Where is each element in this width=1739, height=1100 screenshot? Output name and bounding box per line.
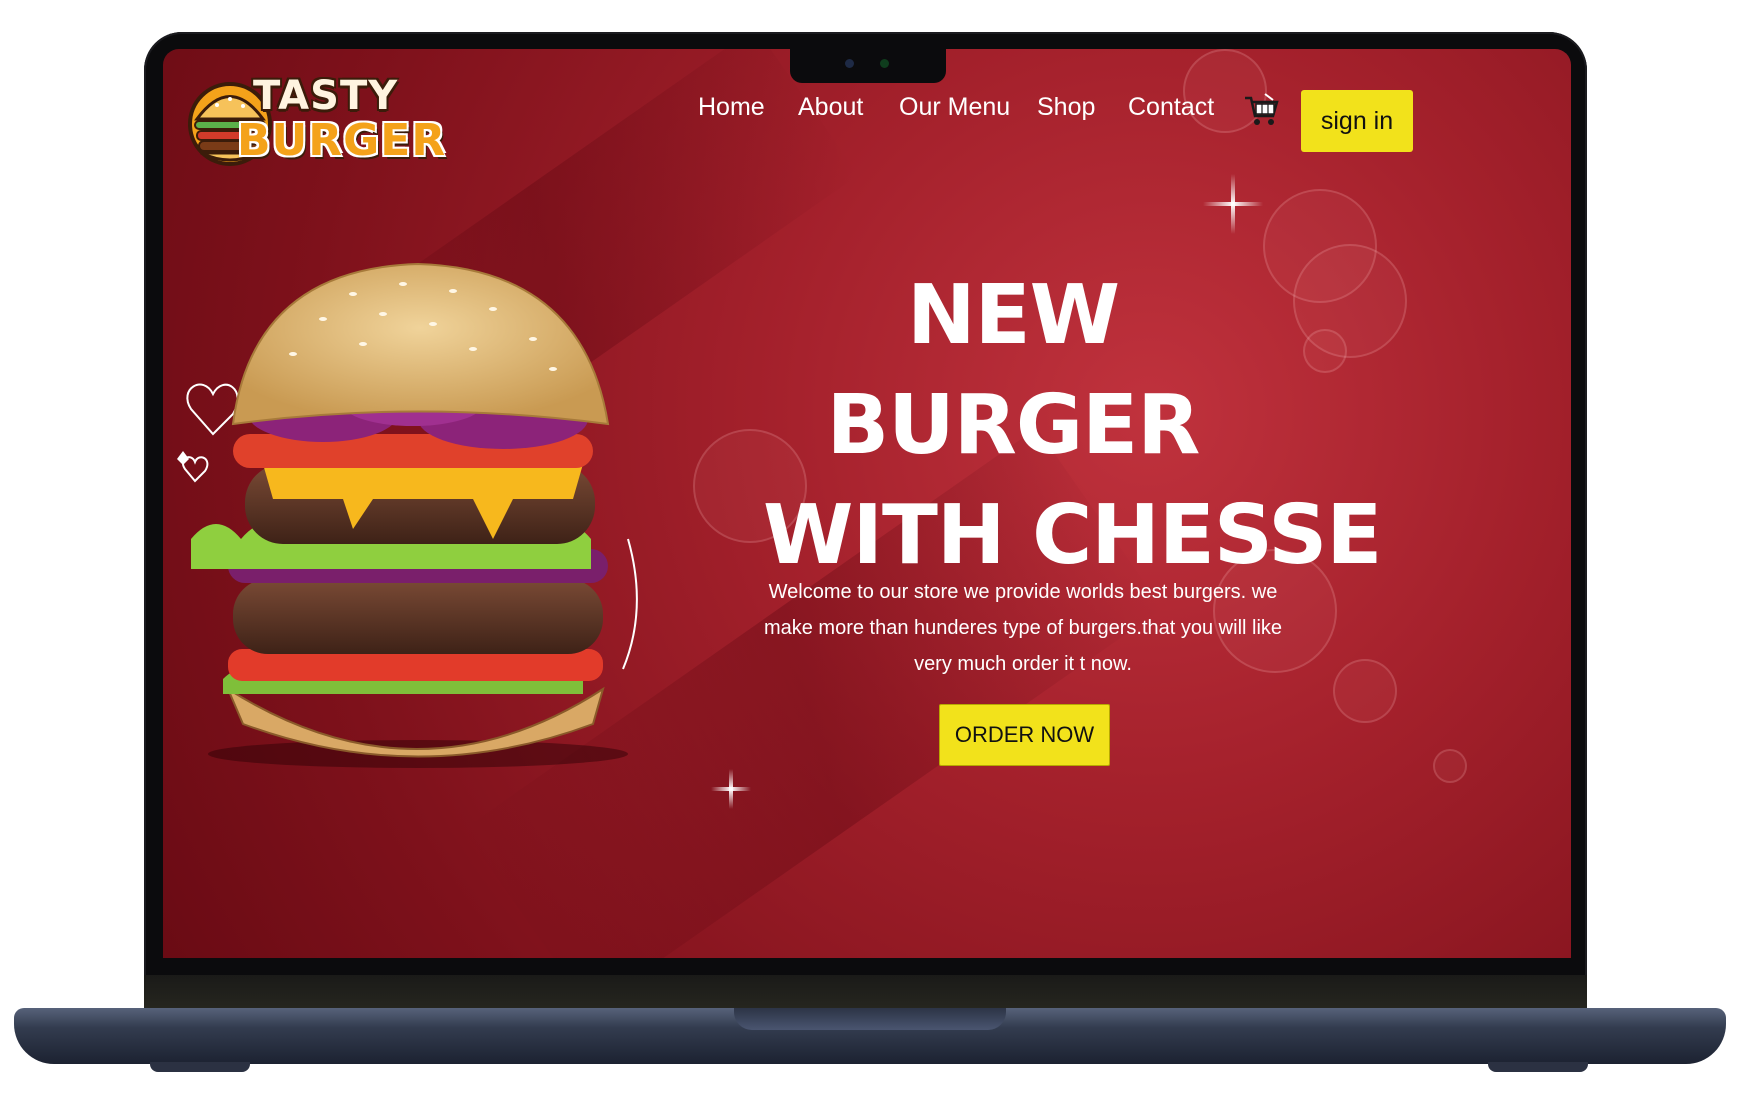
- nav-our-menu[interactable]: Our Menu: [899, 93, 1010, 122]
- site-logo[interactable]: TASTY BURGER: [185, 69, 445, 169]
- burger-image: [177, 262, 638, 768]
- website-screen: TASTY BURGER Home About Our Menu Shop Co…: [163, 49, 1571, 958]
- sparkle-icon: [1203, 202, 1263, 206]
- bg-bokeh: [1303, 329, 1347, 373]
- laptop-base-groove: [734, 1008, 1006, 1030]
- sparkle-icon: [711, 787, 751, 791]
- logo-text-burger: BURGER: [237, 115, 447, 166]
- bg-bokeh: [1433, 749, 1467, 783]
- shopping-cart-icon[interactable]: [1243, 92, 1279, 128]
- order-now-button[interactable]: ORDER NOW: [939, 704, 1110, 766]
- camera-notch: [790, 45, 946, 83]
- laptop-foot-right: [1488, 1062, 1588, 1072]
- camera-indicator-icon: [880, 59, 889, 68]
- logo-text-tasty: TASTY: [253, 73, 399, 119]
- nav-contact[interactable]: Contact: [1128, 93, 1214, 122]
- hero-description: Welcome to our store we provide worlds b…: [763, 581, 1283, 675]
- sign-in-button[interactable]: sign in: [1301, 90, 1413, 152]
- laptop-foot-left: [150, 1062, 250, 1072]
- nav-home[interactable]: Home: [698, 93, 765, 122]
- laptop-hinge: [144, 975, 1587, 1009]
- hero-title: NEW BURGER WITH CHESSE: [763, 261, 1382, 591]
- camera-icon: [845, 59, 854, 68]
- hero-title-line: BURGER: [826, 378, 1201, 473]
- nav-shop[interactable]: Shop: [1037, 93, 1095, 122]
- bg-bokeh: [1333, 659, 1397, 723]
- nav-about[interactable]: About: [798, 93, 863, 122]
- hero-title-line: NEW: [906, 268, 1120, 363]
